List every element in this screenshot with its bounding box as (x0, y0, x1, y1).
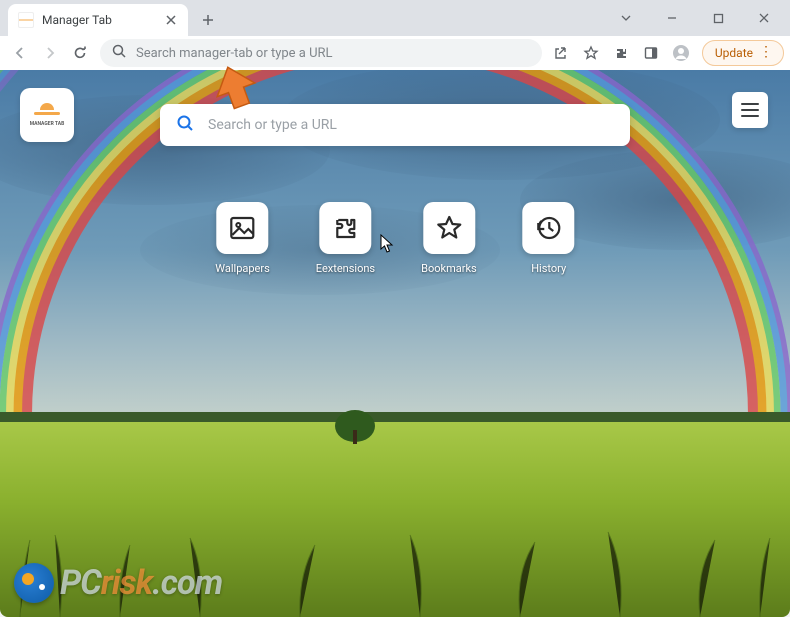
menu-dots-icon[interactable]: ⋮ (759, 48, 773, 58)
titlebar: Manager Tab (0, 0, 790, 36)
extensions-puzzle-icon[interactable] (608, 40, 634, 66)
toolbar-right: Update ⋮ (548, 40, 784, 66)
hamburger-icon (741, 103, 759, 105)
tab-favicon-icon (18, 12, 34, 28)
maximize-button[interactable] (696, 6, 740, 30)
bookmark-star-icon[interactable] (578, 40, 604, 66)
launcher-label: History (531, 262, 566, 275)
update-label: Update (715, 46, 753, 60)
update-button[interactable]: Update ⋮ (702, 40, 784, 66)
wallpaper-background (0, 70, 790, 617)
launcher-item-history[interactable]: History (523, 202, 575, 275)
star-icon (423, 202, 475, 254)
forward-button[interactable] (36, 39, 64, 67)
search-input[interactable] (208, 117, 614, 133)
image-icon (217, 202, 269, 254)
logo-text: MANAGER TAB (30, 121, 65, 127)
launcher-label: Eextensions (316, 262, 375, 275)
window-menu-button[interactable] (604, 6, 648, 30)
share-icon[interactable] (548, 40, 574, 66)
extension-logo[interactable]: MANAGER TAB (20, 88, 74, 142)
toolbar: Search manager-tab or type a URL Update … (0, 36, 790, 70)
page-search-bar[interactable] (160, 104, 630, 146)
launcher-item-extensions[interactable]: Eextensions (316, 202, 375, 275)
launcher-row: Wallpapers Eextensions Bookmarks History (215, 202, 574, 275)
window-controls (604, 6, 786, 30)
profile-avatar-icon[interactable] (668, 40, 694, 66)
watermark: PCrisk.com (14, 563, 222, 603)
close-tab-button[interactable] (164, 13, 178, 27)
side-panel-icon[interactable] (638, 40, 664, 66)
launcher-label: Bookmarks (421, 262, 477, 275)
history-icon (523, 202, 575, 254)
launcher-label: Wallpapers (215, 262, 270, 275)
page-content: MANAGER TAB Wallpapers Eextensions (0, 70, 790, 617)
puzzle-icon (319, 202, 371, 254)
omnibox-placeholder: Search manager-tab or type a URL (136, 46, 333, 61)
watermark-logo-icon (14, 563, 54, 603)
search-icon (112, 44, 126, 62)
active-tab[interactable]: Manager Tab (8, 4, 188, 36)
watermark-text: PCrisk.com (60, 563, 222, 603)
search-icon (176, 114, 194, 136)
new-tab-button[interactable] (194, 6, 222, 34)
close-window-button[interactable] (742, 6, 786, 30)
reload-button[interactable] (66, 39, 94, 67)
browser-chrome: Manager Tab (0, 0, 790, 70)
launcher-item-wallpapers[interactable]: Wallpapers (215, 202, 270, 275)
launcher-item-bookmarks[interactable]: Bookmarks (421, 202, 477, 275)
menu-button[interactable] (732, 92, 768, 128)
omnibox[interactable]: Search manager-tab or type a URL (100, 39, 542, 67)
tab-title: Manager Tab (42, 13, 112, 27)
minimize-button[interactable] (650, 6, 694, 30)
back-button[interactable] (6, 39, 34, 67)
logo-icon (34, 103, 60, 119)
